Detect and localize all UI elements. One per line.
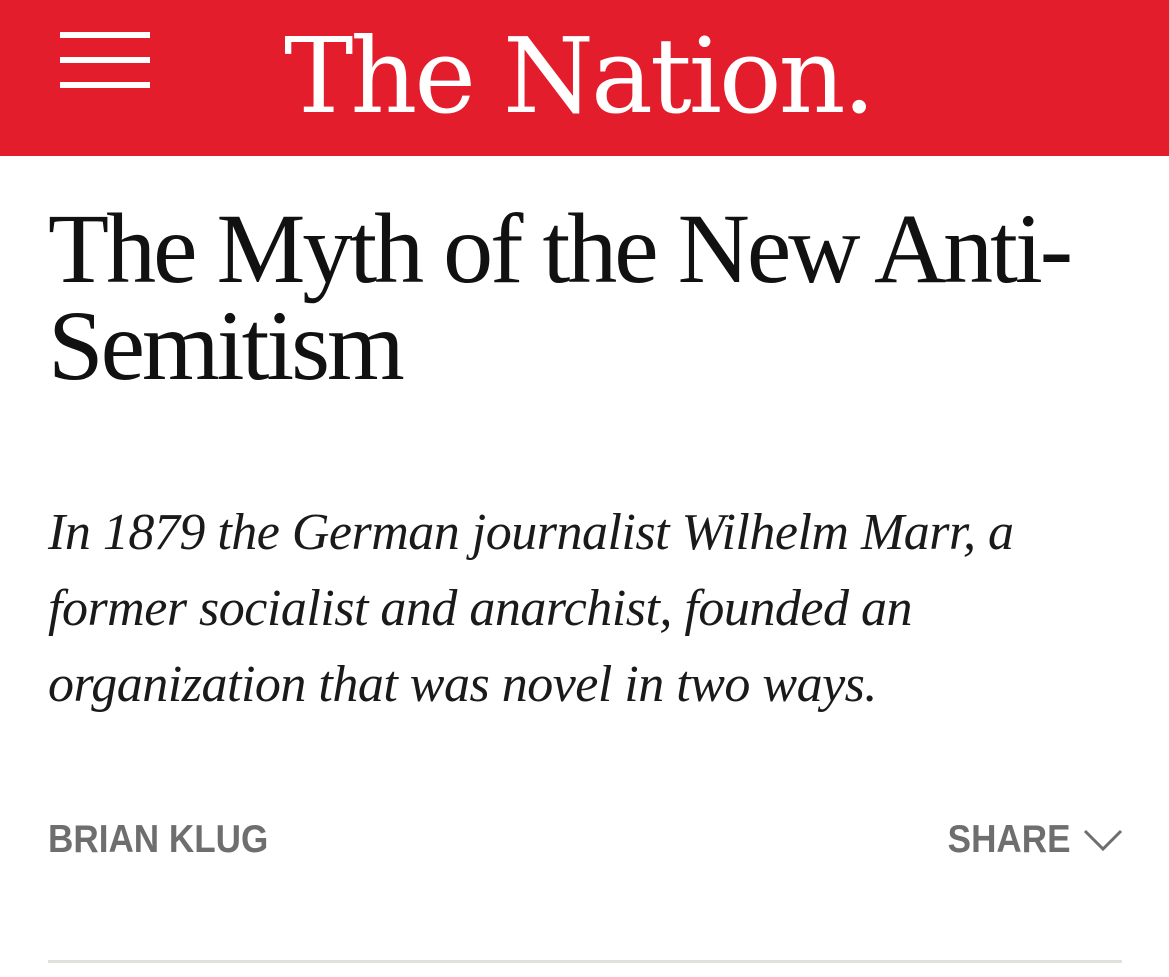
menu-button[interactable] — [58, 28, 152, 94]
article-title: The Myth of the New Anti-Semitism — [48, 193, 1073, 401]
site-header: The Nation. — [0, 0, 1169, 156]
share-button[interactable]: SHARE — [934, 814, 1123, 866]
chevron-down-icon — [1083, 829, 1123, 852]
divider — [48, 960, 1122, 963]
author-byline[interactable]: BRIAN KLUG — [48, 816, 268, 864]
hamburger-menu-icon-bar — [60, 82, 150, 88]
share-label: SHARE — [948, 818, 1071, 861]
brand-logo[interactable]: The Nation. — [284, 6, 876, 146]
hamburger-menu-icon-bar — [60, 57, 150, 63]
article-dek: In 1879 the German journalist Wilhelm Ma… — [48, 504, 1014, 713]
hamburger-menu-icon — [60, 32, 150, 38]
